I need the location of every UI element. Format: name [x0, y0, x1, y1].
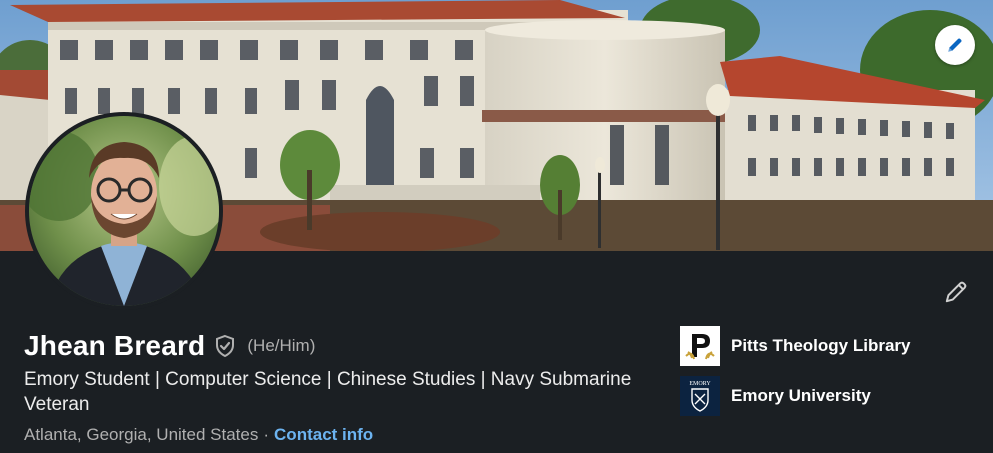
pencil-icon	[948, 38, 962, 52]
edit-profile-button[interactable]	[938, 274, 974, 310]
org-name: Emory University	[731, 386, 871, 405]
location-row: Atlanta, Georgia, United States · Contac…	[24, 425, 373, 445]
profile-headline: Emory Student | Computer Science | Chine…	[24, 369, 632, 415]
org-item-emory[interactable]: EMORY Emory University	[680, 376, 871, 416]
pencil-icon	[945, 281, 967, 303]
contact-info-link[interactable]: Contact info	[274, 425, 373, 445]
pronouns: (He/Him)	[247, 336, 316, 355]
edit-cover-button[interactable]	[935, 25, 975, 65]
avatar	[29, 116, 219, 306]
verification-badge[interactable]	[213, 334, 237, 358]
pitts-library-logo	[680, 326, 720, 366]
org-item-pitts[interactable]: Pitts Theology Library	[680, 326, 910, 366]
name-row: Jhean Breard (He/Him)	[24, 330, 315, 362]
location: Atlanta, Georgia, United States	[24, 425, 259, 444]
emory-logo-text: EMORY	[689, 381, 711, 387]
org-name: Pitts Theology Library	[731, 336, 911, 355]
emory-shield-logo: EMORY	[680, 376, 720, 416]
separator: ·	[263, 425, 270, 444]
profile-name: Jhean Breard	[24, 330, 206, 361]
shield-check-icon	[216, 334, 235, 358]
profile-photo[interactable]	[25, 112, 223, 310]
